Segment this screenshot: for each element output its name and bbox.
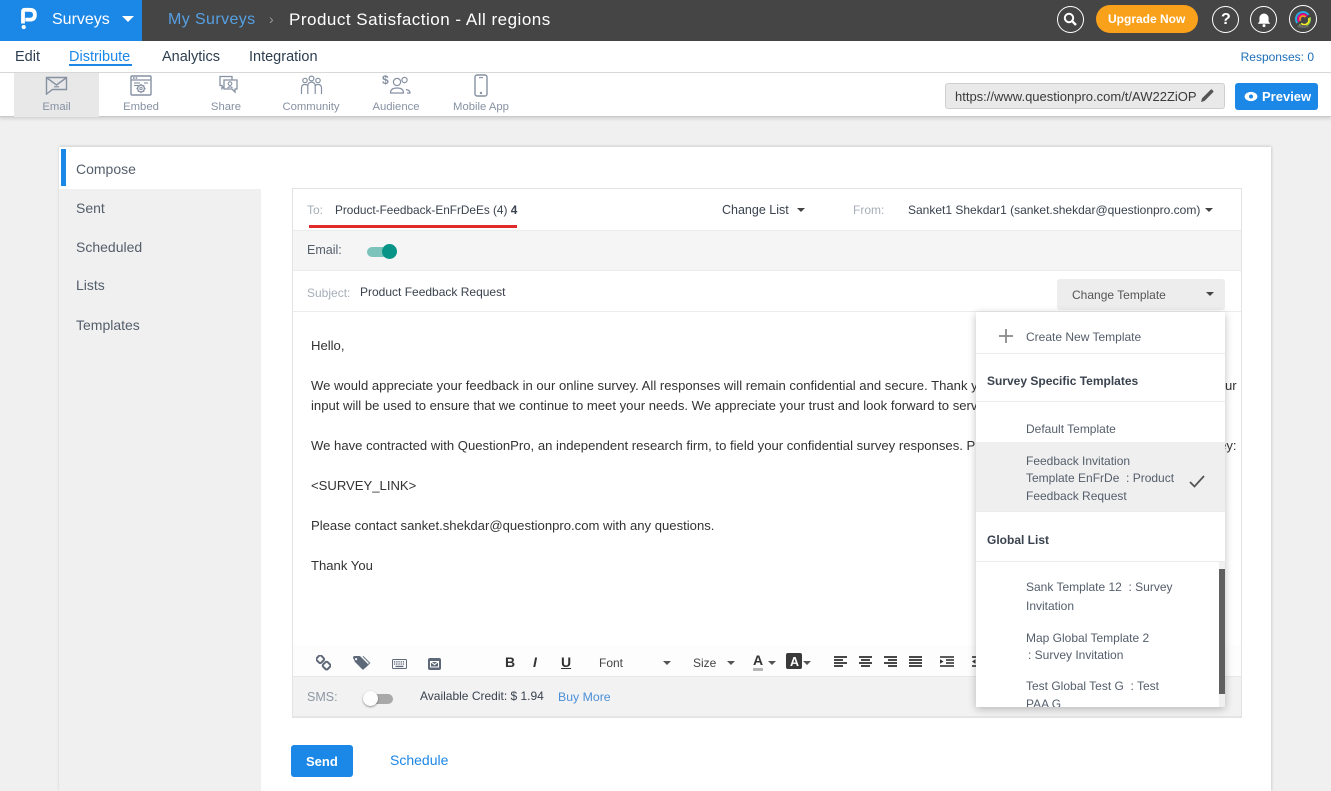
svg-text:$: $ [382, 74, 389, 87]
